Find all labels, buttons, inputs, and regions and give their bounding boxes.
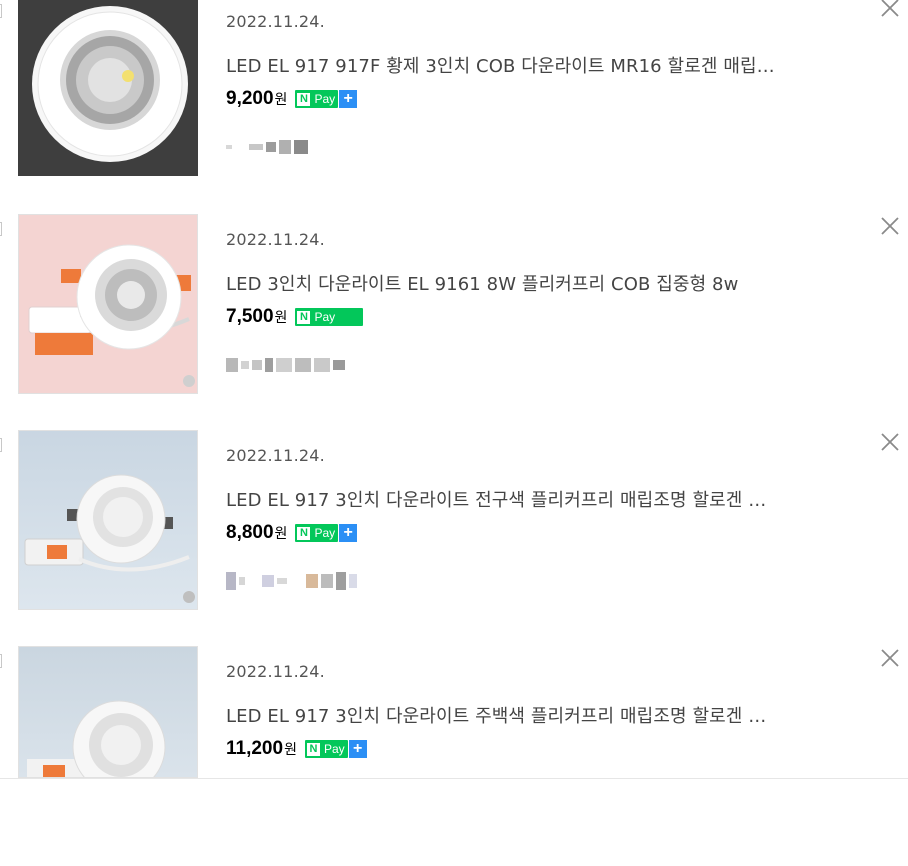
seller-name-redacted [226,136,308,158]
npay-n-icon: N [297,92,311,106]
list-item[interactable]: 2022.11.24. LED EL 917 3인치 다운라이트 주백색 플리커… [0,646,908,866]
product-title[interactable]: LED EL 917 3인치 다운라이트 주백색 플리커프리 매립조명 할로겐 … [226,702,846,728]
currency-label: 원 [274,526,288,542]
order-date: 2022.11.24. [226,12,325,31]
npay-label: Pay [314,526,336,540]
npay-badge: N Pay [295,90,339,108]
price-value: 11,200 [226,738,284,759]
product-title[interactable]: LED EL 917 3인치 다운라이트 전구색 플리커프리 매립조명 할로겐 … [226,486,846,512]
npay-label: Pay [314,310,336,324]
seller-name-redacted [226,354,345,376]
npay-plus-icon: + [348,740,367,758]
order-date: 2022.11.24. [226,230,325,249]
list-item[interactable]: 2022.11.24. LED EL 917 3인치 다운라이트 전구색 플리커… [0,430,908,650]
price-row: 11,200 원 N Pay + [226,738,367,760]
list-item[interactable]: 2022.11.24. LED 3인치 다운라이트 EL 9161 8W 플리커… [0,214,908,434]
price-value: 8,800 [226,522,274,543]
price-value: 9,200 [226,88,274,109]
item-checkbox[interactable] [0,438,2,452]
npay-plus-icon: + [339,90,358,108]
close-icon[interactable] [880,648,900,668]
close-icon[interactable] [880,216,900,236]
price-row: 8,800 원 N Pay + [226,522,358,544]
product-thumbnail[interactable] [18,214,198,394]
item-checkbox[interactable] [0,222,2,236]
product-title[interactable]: LED 3인치 다운라이트 EL 9161 8W 플리커프리 COB 집중형 8… [226,270,846,296]
npay-plus-icon: + [339,524,358,542]
npay-badge: N Pay [295,524,339,542]
product-thumbnail[interactable] [18,646,198,778]
npay-badge: N Pay [304,740,348,758]
seller-name-redacted [226,570,357,592]
order-date: 2022.11.24. [226,662,325,681]
product-thumbnail[interactable] [18,0,198,176]
order-date: 2022.11.24. [226,446,325,465]
npay-n-icon: N [297,526,311,540]
close-icon[interactable] [880,432,900,452]
npay-label: Pay [314,92,336,106]
npay-label: Pay [323,742,345,756]
product-title[interactable]: LED EL 917 917F 황제 3인치 COB 다운라이트 MR16 할로… [226,52,846,78]
npay-badge: N Pay [295,308,364,326]
close-icon[interactable] [880,0,900,18]
item-checkbox[interactable] [0,654,2,668]
item-checkbox[interactable] [0,4,2,18]
price-value: 7,500 [226,306,274,327]
divider [0,778,908,779]
npay-n-icon: N [306,742,320,756]
price-row: 7,500 원 N Pay [226,306,364,328]
product-thumbnail[interactable] [18,430,198,610]
list-item[interactable]: 2022.11.24. LED EL 917 917F 황제 3인치 COB 다… [0,0,908,216]
currency-label: 원 [274,310,288,326]
currency-label: 원 [274,92,288,108]
price-row: 9,200 원 N Pay + [226,88,358,110]
npay-n-icon: N [297,310,311,324]
currency-label: 원 [284,742,297,758]
